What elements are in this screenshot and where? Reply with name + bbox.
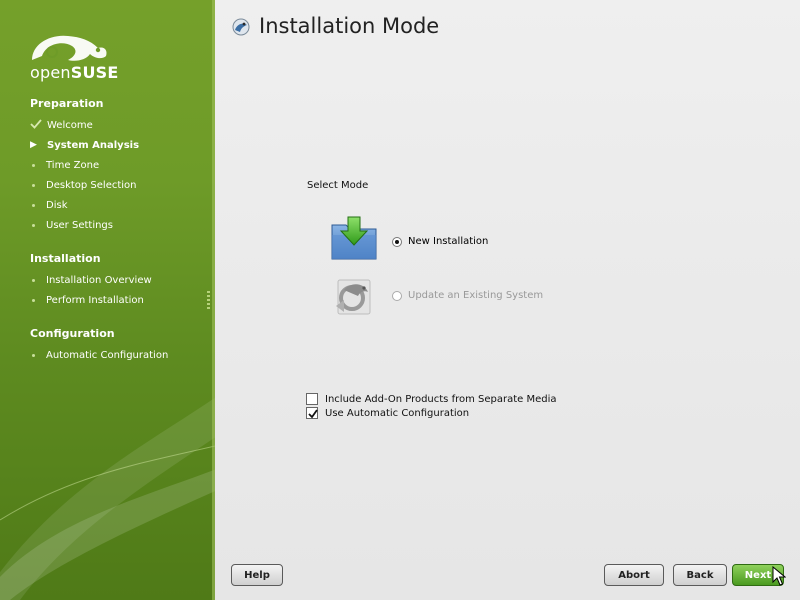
installation-wizard-icon xyxy=(232,18,250,36)
bullet-icon xyxy=(32,183,35,187)
addon-products-option[interactable]: Include Add-On Products from Separate Me… xyxy=(306,393,557,405)
new-installation-option[interactable]: New Installation xyxy=(392,236,488,247)
page-title: Installation Mode xyxy=(259,14,440,38)
check-icon xyxy=(30,118,47,132)
new-installation-label: New Installation xyxy=(408,236,489,247)
folder-download-icon xyxy=(331,216,377,260)
update-existing-radio[interactable] xyxy=(392,290,402,301)
step-disk: Disk xyxy=(30,197,67,213)
abort-button[interactable]: Abort xyxy=(604,564,664,586)
back-button[interactable]: Back xyxy=(673,564,727,586)
arrow-right-icon: ▶ xyxy=(30,140,37,150)
update-existing-label: Update an Existing System xyxy=(408,290,544,301)
help-button[interactable]: Help xyxy=(231,564,283,586)
automatic-configuration-option[interactable]: Use Automatic Configuration xyxy=(306,407,469,419)
bullet-icon xyxy=(32,298,35,302)
section-preparation: Preparation xyxy=(30,97,104,110)
addon-products-label: Include Add-On Products from Separate Me… xyxy=(325,393,557,405)
sidebar: openSUSE Preparation Welcome ▶ System An… xyxy=(0,0,215,600)
gecko-logo-icon xyxy=(32,35,107,61)
opensuse-logo xyxy=(28,30,112,66)
sidebar-resize-handle[interactable] xyxy=(207,291,210,309)
step-user-settings: User Settings xyxy=(30,217,113,233)
bullet-icon xyxy=(32,278,35,282)
bullet-icon xyxy=(32,203,35,207)
bullet-icon xyxy=(32,353,35,357)
step-system-analysis: ▶ System Analysis xyxy=(30,139,140,151)
step-desktop-selection: Desktop Selection xyxy=(30,177,137,193)
step-welcome: Welcome xyxy=(30,117,93,133)
checkmark-icon xyxy=(308,409,318,419)
step-perform-installation: Perform Installation xyxy=(30,292,144,308)
main-panel: Installation Mode Select Mode New Instal… xyxy=(215,0,800,600)
section-installation: Installation xyxy=(30,252,101,265)
step-time-zone: Time Zone xyxy=(30,157,99,173)
step-automatic-configuration: Automatic Configuration xyxy=(30,347,168,363)
gecko-update-icon xyxy=(336,279,371,315)
step-installation-overview: Installation Overview xyxy=(30,272,152,288)
automatic-configuration-label: Use Automatic Configuration xyxy=(325,407,470,419)
bullet-icon xyxy=(32,223,35,227)
select-mode-label: Select Mode xyxy=(307,180,369,191)
section-configuration: Configuration xyxy=(30,327,115,340)
bullet-icon xyxy=(32,163,35,167)
addon-products-checkbox[interactable] xyxy=(306,393,318,405)
new-installation-radio[interactable] xyxy=(392,236,402,247)
automatic-configuration-checkbox[interactable] xyxy=(306,407,318,419)
mouse-pointer-icon xyxy=(772,566,786,586)
update-existing-option[interactable]: Update an Existing System xyxy=(392,290,543,301)
opensuse-wordmark: openSUSE xyxy=(30,63,119,82)
